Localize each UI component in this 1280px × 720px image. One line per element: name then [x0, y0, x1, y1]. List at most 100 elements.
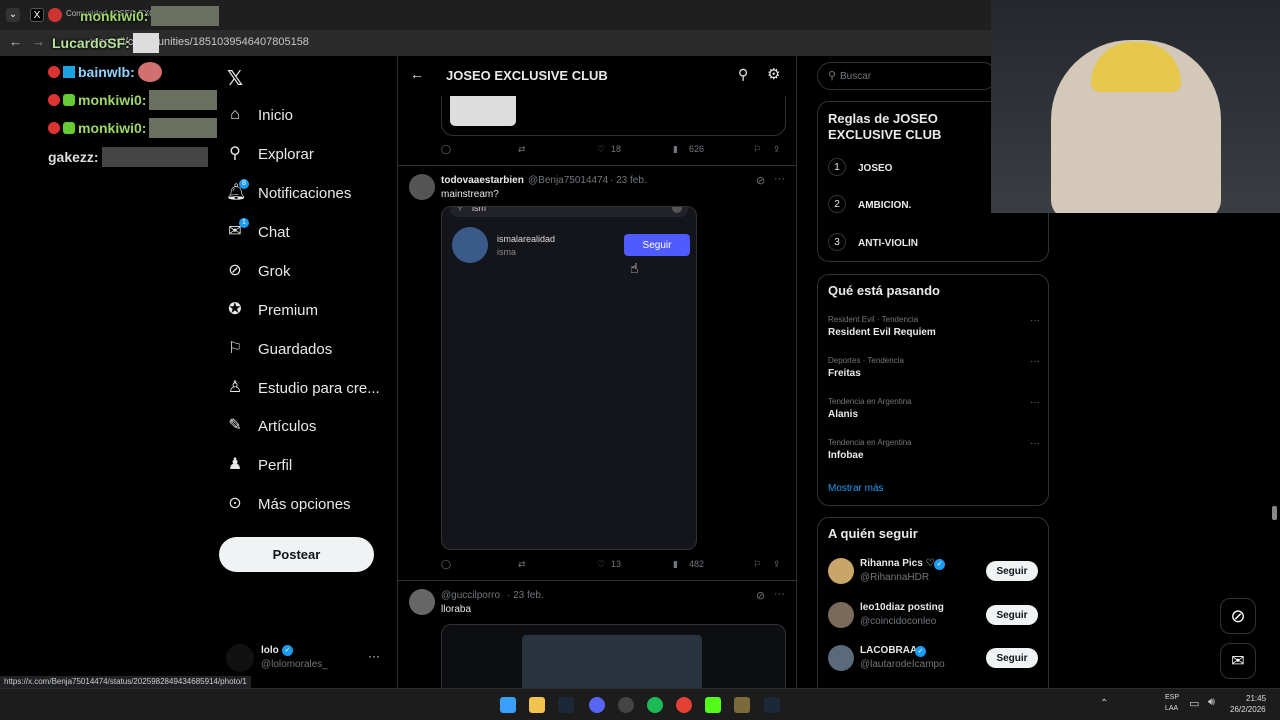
- file-explorer-icon[interactable]: [529, 697, 545, 713]
- discord-icon[interactable]: [589, 697, 605, 713]
- post-button[interactable]: Postear: [219, 537, 374, 572]
- follow-suggestion[interactable]: LACOBRAAA ✓ @lautarodeIcampo Seguir: [818, 643, 1048, 675]
- like-icon[interactable]: ♡: [597, 559, 605, 570]
- search-icon[interactable]: ⚲: [738, 66, 748, 83]
- back-arrow-icon[interactable]: ←: [410, 66, 424, 82]
- reply-icon[interactable]: ◯: [441, 559, 451, 570]
- tweet-actions: ◯ ⇄ ♡ 13 ▮ 482 ⚐ ⇪: [441, 559, 786, 575]
- nav-item-inicio[interactable]: ⌂ Inicio: [226, 97, 293, 133]
- views-count: 482: [689, 559, 705, 569]
- follow-button[interactable]: Seguir: [986, 561, 1038, 581]
- more-horizontal-icon[interactable]: ···: [774, 173, 785, 185]
- bookmark-icon[interactable]: ⚐: [753, 559, 761, 570]
- more-horizontal-icon[interactable]: ···: [368, 649, 380, 663]
- share-icon[interactable]: ⇪: [773, 144, 781, 155]
- grok-float-button[interactable]: ⊘: [1220, 598, 1256, 634]
- scrollbar[interactable]: [1272, 506, 1277, 520]
- grok-icon[interactable]: ⊘: [756, 174, 765, 187]
- views-icon[interactable]: ▮: [673, 559, 678, 570]
- account-switcher[interactable]: lolo ✓ @lolomorales_ ···: [226, 640, 394, 676]
- tweet-date[interactable]: · 23 feb.: [507, 590, 544, 601]
- trend-item[interactable]: Resident Evil · Tendencia Resident Evil …: [828, 315, 1040, 345]
- minecraft-icon[interactable]: [734, 697, 750, 713]
- avatar[interactable]: [409, 174, 435, 200]
- steam-icon[interactable]: [764, 697, 780, 713]
- nav-item-estudio[interactable]: ♙ Estudio para cre...: [226, 370, 380, 406]
- language-variant: LAA: [1165, 705, 1179, 712]
- nav-item-premium[interactable]: ✪ Premium: [226, 292, 318, 328]
- steam-icon[interactable]: [558, 697, 574, 713]
- tweet-media[interactable]: [441, 624, 786, 688]
- account-handle: @lolomorales_: [261, 659, 328, 670]
- spotify-icon[interactable]: [647, 697, 663, 713]
- trend-item[interactable]: Deportes · Tendencia Freitas ···: [828, 356, 1040, 386]
- nav-item-mas-opciones[interactable]: ⊙ Más opciones: [226, 486, 351, 522]
- chat-emote: [137, 62, 162, 82]
- bookmark-icon[interactable]: ⚐: [753, 144, 761, 155]
- wifi-icon[interactable]: ▭: [1189, 697, 1199, 710]
- more-horizontal-icon[interactable]: ···: [1030, 356, 1040, 367]
- retweet-icon[interactable]: ⇄: [518, 559, 526, 570]
- nav-item-chat[interactable]: ✉ 1 Chat: [226, 214, 290, 250]
- more-horizontal-icon[interactable]: ···: [774, 588, 785, 600]
- follow-suggestion[interactable]: leo10diaz posting @coincidoconleo Seguir: [818, 600, 1048, 632]
- tweet-media[interactable]: ⚲ ism ismalarealidad isma Seguir ☝: [441, 206, 697, 550]
- messages-float-button[interactable]: ✉: [1220, 643, 1256, 679]
- tweet-handle[interactable]: @guccilporro: [441, 590, 500, 601]
- nav-item-guardados[interactable]: ⚐ Guardados: [226, 331, 332, 367]
- trend-name: Resident Evil Requiem: [828, 327, 936, 338]
- tab-list-chevron-icon[interactable]: ⌄: [6, 8, 20, 22]
- avatar[interactable]: [409, 589, 435, 615]
- chevron-up-icon[interactable]: ⌃: [1100, 698, 1108, 709]
- windows-start-icon[interactable]: [500, 697, 516, 713]
- views-icon[interactable]: ▮: [673, 144, 678, 155]
- follow-button[interactable]: Seguir: [986, 605, 1038, 625]
- tweet-author[interactable]: todovaaestarbien: [441, 175, 524, 186]
- volume-icon[interactable]: 🔊︎: [1208, 696, 1215, 709]
- nav-label: Chat: [258, 223, 290, 241]
- more-horizontal-icon[interactable]: ···: [1030, 397, 1040, 408]
- forward-arrow-icon[interactable]: →: [32, 34, 45, 49]
- tweet-date[interactable]: · 23 feb.: [610, 175, 647, 186]
- divider: [398, 580, 796, 581]
- follow-suggestion[interactable]: Rihanna Pics ♡ ✓ @RihannaHDR Seguir: [818, 556, 1048, 588]
- show-more-link[interactable]: Mostrar más: [828, 483, 884, 494]
- more-horizontal-icon[interactable]: ···: [1030, 438, 1040, 449]
- reply-icon[interactable]: ◯: [441, 144, 451, 155]
- embed-follow-button: Seguir: [624, 234, 690, 256]
- nav-item-perfil[interactable]: ♟ Perfil: [226, 447, 292, 483]
- x-logo-icon[interactable]: 𝕏: [227, 66, 243, 91]
- nav-label: Premium: [258, 301, 319, 319]
- trend-item[interactable]: Tendencia en Argentina Alanis ···: [828, 397, 1040, 427]
- chat-emote: [149, 90, 218, 110]
- account-name: lolo: [261, 645, 279, 656]
- clock-date[interactable]: 26/2/2026: [1230, 705, 1266, 714]
- chat-message: monkiwi0:: [80, 6, 220, 26]
- grok-icon[interactable]: ⊘: [756, 589, 765, 602]
- retweet-icon[interactable]: ⇄: [518, 144, 526, 155]
- rule-item[interactable]: 3 ANTI-VIOLIN: [818, 233, 1048, 255]
- nav-label: Más opciones: [258, 495, 351, 513]
- nav-item-explorar[interactable]: ⚲ Explorar: [226, 136, 314, 172]
- obs-icon[interactable]: [618, 697, 634, 713]
- search-input[interactable]: ⚲ Buscar: [817, 62, 997, 90]
- share-icon[interactable]: ⇪: [773, 559, 781, 570]
- language-indicator[interactable]: ESP: [1165, 694, 1179, 701]
- clock-time[interactable]: 21:45: [1246, 694, 1266, 703]
- home-icon: ⌂: [230, 106, 240, 123]
- nav-item-notificaciones[interactable]: 🔔︎ 8 Notificaciones: [226, 175, 351, 211]
- gear-icon[interactable]: ⚙: [767, 65, 780, 83]
- trend-item[interactable]: Tendencia en Argentina Infobae ···: [828, 438, 1040, 468]
- nav-item-grok[interactable]: ⊘ Grok: [226, 253, 290, 289]
- follow-button[interactable]: Seguir: [986, 648, 1038, 668]
- tweet-handle[interactable]: @Benja75014474: [528, 175, 608, 186]
- back-arrow-icon[interactable]: ←: [9, 34, 22, 49]
- chrome-icon[interactable]: [676, 697, 692, 713]
- nav-item-articulos[interactable]: ✎ Artículos: [226, 408, 316, 444]
- tweet-image[interactable]: [441, 96, 786, 136]
- kick-icon[interactable]: [705, 697, 721, 713]
- like-icon[interactable]: ♡: [597, 144, 605, 155]
- cube-badge-icon: [63, 66, 75, 78]
- trends-title: Qué está pasando: [828, 283, 940, 298]
- more-horizontal-icon[interactable]: ···: [1030, 315, 1040, 326]
